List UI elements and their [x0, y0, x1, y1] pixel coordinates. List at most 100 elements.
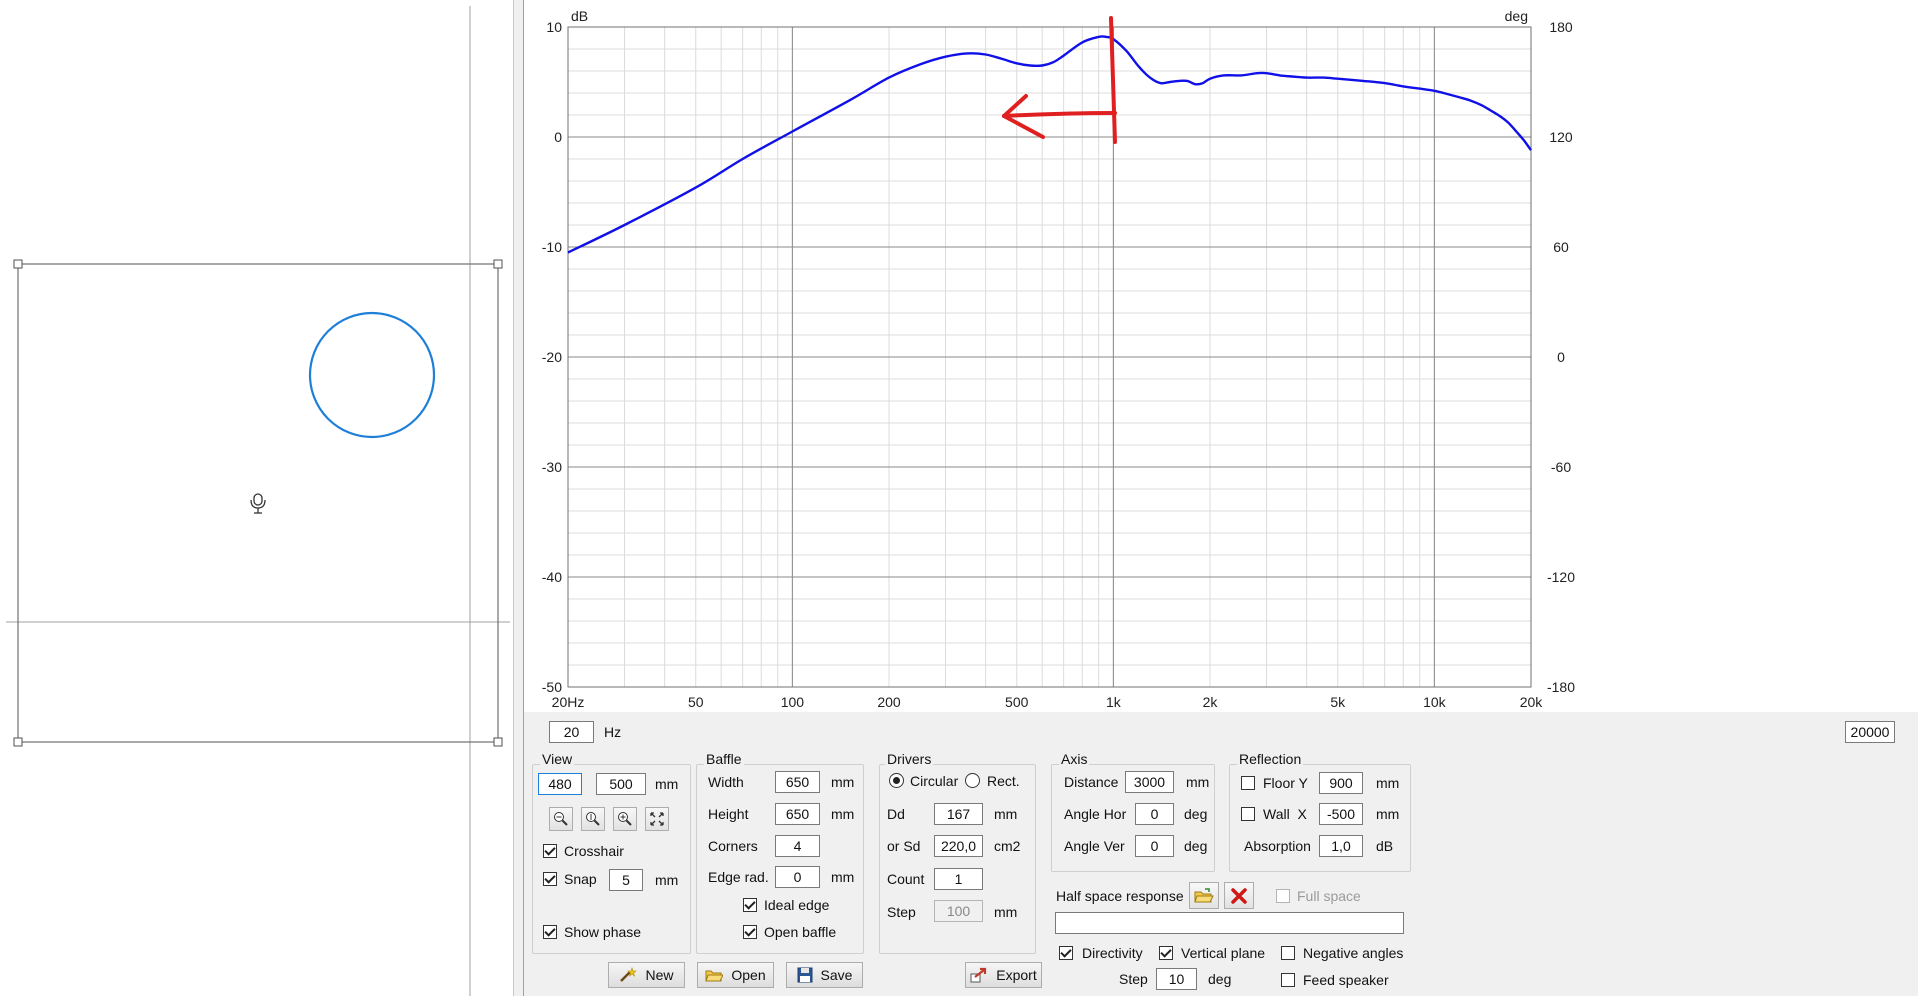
baffle-height-label: Height	[708, 806, 749, 822]
distance-input[interactable]	[1125, 771, 1174, 793]
baffle-width-input[interactable]	[775, 771, 820, 793]
directivity-step-unit: deg	[1208, 971, 1232, 987]
dd-input[interactable]	[934, 803, 983, 825]
y2-axis-label: deg	[1505, 8, 1528, 24]
new-button-label: New	[645, 967, 674, 983]
freq-unit-label: Hz	[604, 724, 622, 740]
main-pane: 20Hz 50 100 200 500 1k 2k 5k 10k 20k 10 0 -10 -20 -30-…	[523, 0, 1918, 996]
baffle-canvas[interactable]	[0, 0, 513, 996]
feed-speaker-checkbox[interactable]	[1281, 973, 1295, 987]
y2-tick-label: 180	[1549, 19, 1573, 35]
drivers-group	[879, 764, 1036, 954]
directivity-checkbox[interactable]	[1059, 946, 1073, 960]
directivity-step-input[interactable]	[1156, 968, 1197, 990]
y-tick-label: -20	[542, 349, 562, 365]
y2-tick-label: 120	[1549, 129, 1573, 145]
y2-tick-label: 0	[1557, 349, 1565, 365]
half-space-label: Half space response	[1056, 888, 1184, 904]
view-unit-label: mm	[655, 776, 679, 792]
freq-max-input[interactable]	[1845, 721, 1895, 743]
angle-hor-unit: deg	[1184, 806, 1208, 822]
ideal-edge-checkbox[interactable]	[743, 898, 757, 912]
floor-checkbox[interactable]	[1241, 776, 1255, 790]
show-phase-checkbox[interactable]	[543, 925, 557, 939]
microphone-icon[interactable]	[250, 493, 266, 514]
baffle-edge-rad-input[interactable]	[775, 866, 820, 888]
export-button-label: Export	[996, 967, 1037, 983]
floppy-disk-icon	[797, 967, 813, 983]
baffle-group-title: Baffle	[704, 751, 744, 767]
y-tick-label: -10	[542, 239, 562, 255]
open-button-label: Open	[731, 967, 766, 983]
rect-label: Rect.	[987, 773, 1020, 789]
zoom-out-icon[interactable]	[549, 807, 573, 831]
new-button[interactable]: New	[608, 962, 685, 988]
half-space-path-input[interactable]	[1055, 912, 1404, 934]
full-space-label: Full space	[1297, 888, 1361, 904]
baffle-corner-handle[interactable]	[13, 259, 23, 269]
baffle-corner-handle[interactable]	[13, 737, 23, 747]
x-tick-label: 20Hz	[552, 694, 585, 710]
export-button[interactable]: Export	[965, 962, 1042, 988]
full-space-checkbox[interactable]	[1276, 889, 1290, 903]
open-button[interactable]: Open	[697, 962, 774, 988]
wall-checkbox[interactable]	[1241, 807, 1255, 821]
x-tick-label: 50	[688, 694, 704, 710]
step-input[interactable]	[934, 900, 983, 922]
baffle-corners-input[interactable]	[775, 835, 820, 857]
folder-open-icon[interactable]	[1189, 882, 1219, 909]
baffle-height-unit: mm	[831, 806, 855, 822]
fit-all-icon[interactable]	[645, 807, 669, 831]
red-x-icon[interactable]	[1224, 882, 1254, 909]
freq-min-input[interactable]	[549, 721, 594, 743]
chart-background	[524, 0, 1918, 712]
directivity-label: Directivity	[1082, 945, 1143, 961]
export-arrow-icon	[970, 967, 987, 983]
absorption-label: Absorption	[1244, 838, 1311, 854]
absorption-input[interactable]	[1319, 835, 1363, 857]
y2-tick-label: 60	[1553, 239, 1569, 255]
x-tick-label: 10k	[1423, 694, 1447, 710]
angle-ver-input[interactable]	[1135, 835, 1174, 857]
zoom-in-icon[interactable]	[613, 807, 637, 831]
view-width-input[interactable]	[538, 773, 582, 795]
y2-tick-label: -180	[1547, 679, 1575, 695]
vertical-plane-checkbox[interactable]	[1159, 946, 1173, 960]
snap-checkbox[interactable]	[543, 872, 557, 886]
baffle-corner-handle[interactable]	[493, 737, 503, 747]
open-baffle-label: Open baffle	[764, 924, 837, 940]
rect-radio[interactable]	[965, 773, 980, 788]
wall-input[interactable]	[1319, 803, 1363, 825]
open-baffle-checkbox[interactable]	[743, 925, 757, 939]
crosshair-checkbox[interactable]	[543, 844, 557, 858]
baffle-edge-rad-label: Edge rad.	[708, 869, 769, 885]
baffle-edge-rad-unit: mm	[831, 869, 855, 885]
save-button[interactable]: Save	[786, 962, 863, 988]
frequency-response-chart[interactable]: 20Hz 50 100 200 500 1k 2k 5k 10k 20k100-10-20-30-…	[524, 0, 1918, 720]
snap-input[interactable]	[609, 869, 643, 891]
folder-icon	[705, 970, 724, 982]
sd-label: or Sd	[887, 838, 921, 854]
circular-radio[interactable]	[889, 773, 904, 788]
angle-hor-label: Angle Hor	[1064, 806, 1127, 822]
zoom-fit-height-icon[interactable]	[581, 807, 605, 831]
distance-unit: mm	[1186, 774, 1210, 790]
baffle-corner-handle[interactable]	[493, 259, 503, 269]
y-tick-label: -40	[542, 569, 562, 585]
negative-angles-checkbox[interactable]	[1281, 946, 1295, 960]
y-tick-label: -50	[542, 679, 562, 695]
driver-circle[interactable]	[308, 311, 436, 439]
baffle-height-input[interactable]	[775, 803, 820, 825]
negative-angles-label: Negative angles	[1303, 945, 1404, 961]
view-height-input[interactable]	[596, 773, 646, 795]
view-group-title: View	[540, 751, 575, 767]
count-input[interactable]	[934, 868, 983, 890]
drivers-group-title: Drivers	[885, 751, 934, 767]
floor-input[interactable]	[1319, 772, 1363, 794]
x-tick-label: 1k	[1106, 694, 1122, 710]
angle-hor-input[interactable]	[1135, 803, 1174, 825]
baffle-preview-pane[interactable]	[0, 0, 514, 996]
sd-input[interactable]	[934, 835, 983, 857]
floor-unit: mm	[1376, 775, 1400, 791]
distance-label: Distance	[1064, 774, 1119, 790]
